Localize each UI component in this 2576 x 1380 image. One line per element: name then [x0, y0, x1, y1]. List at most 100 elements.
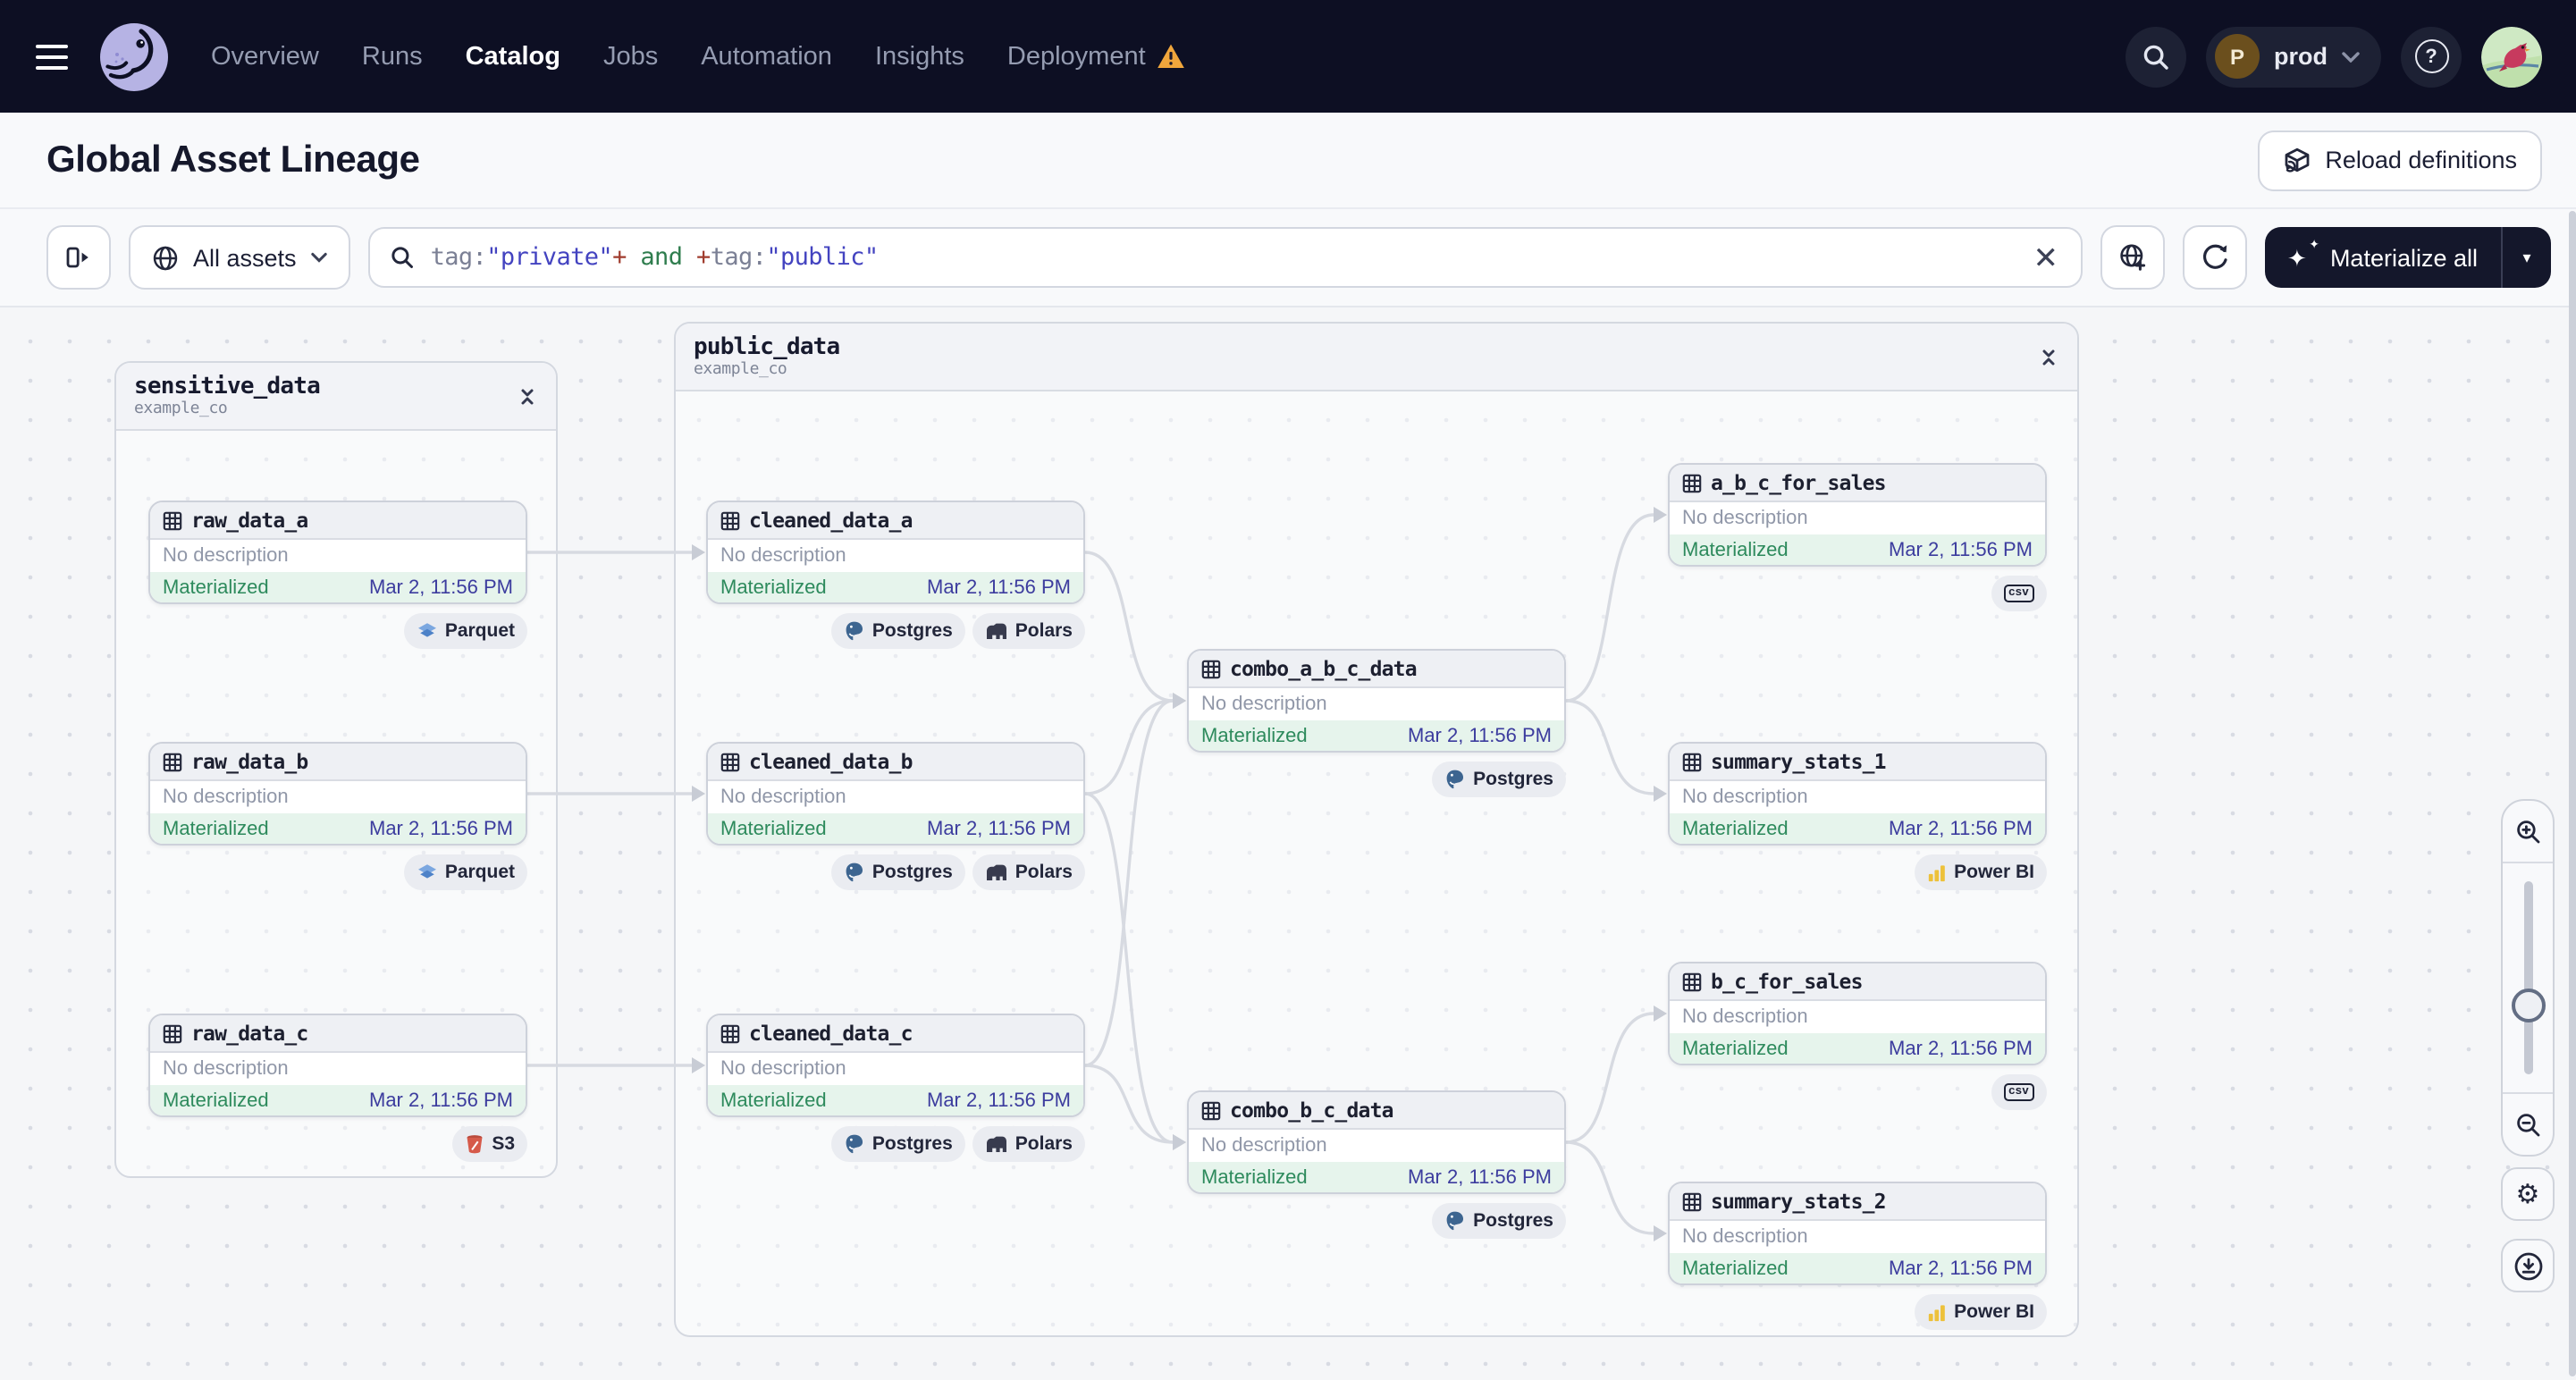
asset-timestamp: Mar 2, 11:56 PM	[1408, 726, 1552, 747]
asset-node-a_b_c_for_sales[interactable]: a_b_c_for_sales No description Materialize…	[1668, 463, 2047, 567]
asset-name: cleaned_data_a	[749, 508, 913, 533]
kind-badge-postgres[interactable]: Postgres	[830, 613, 965, 649]
hamburger-menu-icon[interactable]	[36, 44, 68, 69]
collapse-group-icon[interactable]	[2038, 346, 2059, 367]
lineage-canvas[interactable]: sensitive_data example_co public_data examp…	[0, 307, 2576, 1380]
gear-icon: ⚙	[2515, 1177, 2540, 1209]
table-icon	[163, 510, 182, 530]
asset-status: Materialized	[720, 577, 827, 599]
nav-item-automation[interactable]: Automation	[701, 42, 832, 71]
asset-status: Materialized	[163, 1090, 269, 1112]
kind-badge-parquet[interactable]: Parquet	[403, 613, 527, 649]
asset-description: No description	[1201, 694, 1327, 715]
vertical-scrollbar[interactable]	[2569, 211, 2575, 1376]
sparkles-icon: ✦ ✦	[2286, 239, 2319, 271]
asset-node-combo_b_c_data[interactable]: combo_b_c_data No description Materialized…	[1187, 1090, 1566, 1194]
asset-description: No description	[720, 545, 846, 567]
kind-badge-postgres[interactable]: Postgres	[830, 854, 965, 890]
asset-status-row: Materialized Mar 2, 11:56 PM	[708, 572, 1083, 602]
asset-timestamp: Mar 2, 11:56 PM	[369, 1090, 513, 1112]
nav-item-jobs[interactable]: Jobs	[603, 42, 658, 71]
table-icon	[1201, 1100, 1221, 1120]
asset-description: No description	[1682, 508, 1808, 529]
nav-item-deployment[interactable]: Deployment	[1007, 42, 1146, 71]
toolbar: All assets tag:"private"+ and +tag:"publ…	[0, 209, 2576, 307]
environment-switcher[interactable]: P prod	[2206, 26, 2381, 87]
asset-node-raw_data_a[interactable]: raw_data_a No description Materialized Mar …	[148, 501, 527, 604]
kind-badge-s3[interactable]: S3	[452, 1126, 527, 1162]
refresh-button[interactable]	[2183, 225, 2248, 290]
user-avatar[interactable]	[2481, 26, 2542, 87]
materialize-dropdown-button[interactable]: ▾	[2501, 227, 2551, 288]
kind-badge-csv[interactable]: csv	[1991, 576, 2047, 611]
kind-badge-label: Postgres	[1473, 1210, 1553, 1232]
kind-badge-parquet[interactable]: Parquet	[403, 854, 527, 890]
kind-badge-polars[interactable]: Polars	[972, 1126, 1085, 1162]
nav-item-overview[interactable]: Overview	[211, 42, 319, 71]
asset-node-header: cleaned_data_b	[708, 744, 1083, 781]
globe-add-button[interactable]	[2100, 225, 2166, 290]
asset-node-combo_a_b_c_data[interactable]: combo_a_b_c_data No description Materializ…	[1187, 649, 1566, 753]
asset-description: No description	[1201, 1135, 1327, 1157]
polars-icon	[985, 863, 1008, 881]
asset-filter-input[interactable]: tag:"private"+ and +tag:"public" ✕	[367, 227, 2084, 288]
zoom-in-button[interactable]	[2503, 801, 2553, 862]
asset-scope-selector[interactable]: All assets	[129, 225, 350, 290]
download-image-button[interactable]	[2501, 1239, 2555, 1292]
page-header: Global Asset Lineage Reload definitions	[0, 113, 2576, 209]
kind-badge-polars[interactable]: Polars	[972, 613, 1085, 649]
powerbi-icon	[1927, 1302, 1947, 1322]
asset-name: a_b_c_for_sales	[1711, 470, 1887, 495]
group-header[interactable]: sensitive_data example_co	[116, 363, 556, 431]
zoom-controls	[2501, 799, 2555, 1157]
asset-node-summary_stats_2[interactable]: summary_stats_2 No description Materialize…	[1668, 1182, 2047, 1285]
app-root: Overview Runs Catalog Jobs Automation In…	[0, 0, 2576, 1380]
asset-node-header: summary_stats_2	[1670, 1183, 2045, 1221]
nav-item-runs[interactable]: Runs	[362, 42, 423, 71]
zoom-out-button[interactable]	[2503, 1094, 2553, 1155]
asset-status: Materialized	[1201, 1167, 1308, 1189]
asset-node-cleaned_data_b[interactable]: cleaned_data_b No description Materialized…	[706, 742, 1085, 846]
asset-node-summary_stats_1[interactable]: summary_stats_1 No description Materialize…	[1668, 742, 2047, 846]
clear-filter-icon[interactable]: ✕	[2029, 242, 2062, 273]
table-icon	[163, 1023, 182, 1043]
materialize-all-button[interactable]: ✦ ✦ Materialize all	[2265, 227, 2501, 288]
zoom-slider-track[interactable]	[2523, 881, 2532, 1074]
reload-definitions-button[interactable]: Reload definitions	[2257, 130, 2542, 190]
asset-node-b_c_for_sales[interactable]: b_c_for_sales No description Materialized M…	[1668, 962, 2047, 1065]
kind-badge-postgres[interactable]: Postgres	[830, 1126, 965, 1162]
kind-badge-csv[interactable]: csv	[1991, 1074, 2047, 1110]
asset-node-raw_data_c[interactable]: raw_data_c No description Materialized Mar …	[148, 1014, 527, 1117]
kind-badge-polars[interactable]: Polars	[972, 854, 1085, 890]
asset-status-row: Materialized Mar 2, 11:56 PM	[1670, 1253, 2045, 1283]
asset-timestamp: Mar 2, 11:56 PM	[369, 819, 513, 840]
search-icon	[390, 245, 415, 270]
asset-status-row: Materialized Mar 2, 11:56 PM	[1670, 534, 2045, 565]
kind-badge-postgres[interactable]: Postgres	[1432, 1203, 1566, 1239]
asset-name: cleaned_data_b	[749, 749, 913, 774]
kind-badge-powerbi[interactable]: Power BI	[1915, 1294, 2047, 1330]
group-header[interactable]: public_data example_co	[676, 324, 2077, 391]
asset-badges-row: Parquet	[148, 854, 527, 890]
collapse-group-icon[interactable]	[517, 385, 538, 407]
nav-item-catalog[interactable]: Catalog	[466, 42, 560, 71]
materialize-all-label: Materialize all	[2329, 244, 2478, 271]
search-icon[interactable]	[2126, 26, 2186, 87]
table-icon	[1201, 659, 1221, 678]
asset-name: cleaned_data_c	[749, 1021, 913, 1046]
kind-badge-powerbi[interactable]: Power BI	[1915, 854, 2047, 890]
zoom-slider[interactable]	[2503, 862, 2553, 1094]
zoom-slider-thumb[interactable]	[2512, 989, 2546, 1023]
asset-name: combo_a_b_c_data	[1230, 656, 1418, 681]
asset-node-cleaned_data_c[interactable]: cleaned_data_c No description Materialized…	[706, 1014, 1085, 1117]
asset-node-cleaned_data_a[interactable]: cleaned_data_a No description Materialized…	[706, 501, 1085, 604]
dagster-logo-icon[interactable]	[100, 22, 168, 90]
panel-toggle-button[interactable]	[46, 225, 111, 290]
asset-node-raw_data_b[interactable]: raw_data_b No description Materialized Mar …	[148, 742, 527, 846]
asset-description: No description	[163, 787, 289, 808]
asset-status: Materialized	[720, 819, 827, 840]
nav-item-insights[interactable]: Insights	[875, 42, 964, 71]
help-icon[interactable]: ?	[2401, 26, 2462, 87]
kind-badge-postgres[interactable]: Postgres	[1432, 762, 1566, 797]
graph-settings-button[interactable]: ⚙	[2501, 1167, 2555, 1221]
